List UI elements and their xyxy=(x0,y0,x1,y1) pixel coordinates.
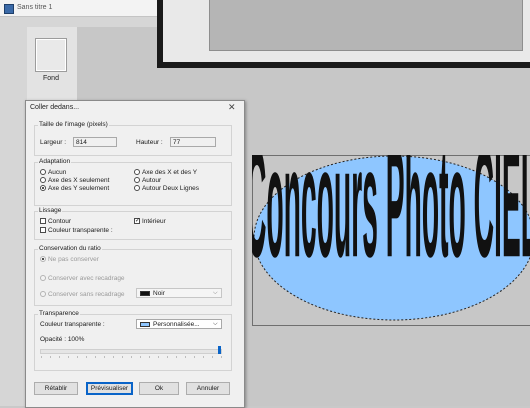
ratio-option-label: Ne pas conserver xyxy=(47,256,99,263)
interior-label: Intérieur xyxy=(141,218,166,225)
height-label: Hauteur : xyxy=(136,139,163,146)
slider-tick xyxy=(176,356,177,358)
slider-tick xyxy=(131,356,132,358)
slider-tick xyxy=(212,356,213,358)
width-label: Largeur : xyxy=(40,139,67,146)
fit-option-label: Axe des X seulement xyxy=(47,177,110,184)
contour-checkbox[interactable] xyxy=(40,218,46,225)
interior-checkbox[interactable]: ✓ xyxy=(134,218,140,225)
ratio-option-no-crop[interactable]: Conserver sans recadrage xyxy=(40,291,125,298)
slider-tick xyxy=(194,356,195,358)
fit-option-label: Axe des Y seulement xyxy=(47,185,110,192)
fill-color-swatch xyxy=(140,291,150,296)
fit-option-y-only[interactable]: Axe des Y seulement xyxy=(40,185,109,192)
slider-tick xyxy=(86,356,87,358)
fit-option-x-only[interactable]: Axe des X seulement xyxy=(40,177,109,184)
opacity-slider-track[interactable] xyxy=(40,349,222,354)
ratio-option-label: Conserver avec recadrage xyxy=(47,275,125,282)
document-icon xyxy=(4,4,14,14)
ok-button[interactable]: Ok xyxy=(139,382,179,395)
transparency-legend: Transparence xyxy=(38,310,80,317)
slider-tick xyxy=(68,356,69,358)
ratio-option-none[interactable]: Ne pas conserver xyxy=(40,256,99,263)
width-field[interactable]: 814 xyxy=(73,137,117,147)
radio-button[interactable] xyxy=(40,177,46,184)
slider-tick xyxy=(158,356,159,358)
cancel-button[interactable]: Annuler xyxy=(186,382,230,395)
slider-tick xyxy=(149,356,150,358)
fit-option-none[interactable]: Aucun xyxy=(40,169,66,176)
radio-button[interactable] xyxy=(40,185,46,192)
pasted-artwork[interactable]: Concours Photo CIEL xyxy=(252,155,530,324)
slider-tick xyxy=(140,356,141,358)
slider-tick xyxy=(41,356,42,358)
radio-button[interactable] xyxy=(40,291,46,298)
fit-option-label: Autour xyxy=(141,177,162,184)
fit-option-label: Autour Deux Lignes xyxy=(141,185,200,192)
opacity-label: Opacité : 100% xyxy=(40,336,85,343)
fill-color-value: Noir xyxy=(153,290,165,297)
transparent-color-checkbox[interactable] xyxy=(40,227,46,234)
slider-tick xyxy=(113,356,114,358)
contour-label: Contour xyxy=(47,218,72,225)
slider-tick xyxy=(50,356,51,358)
document-title: Sans titre 1 xyxy=(17,4,53,11)
ratio-option-crop[interactable]: Conserver avec recadrage xyxy=(40,275,125,282)
radio-button[interactable] xyxy=(40,169,46,176)
transparency-color-label: Couleur transparente : xyxy=(40,321,105,328)
slider-tick xyxy=(59,356,60,358)
preview-button[interactable]: Prévisualiser xyxy=(86,382,133,395)
close-icon[interactable]: ✕ xyxy=(228,102,236,113)
fit-option-label: Axe des X et des Y xyxy=(141,169,198,176)
layer-label: Fond xyxy=(43,75,59,82)
fit-option-label: Aucun xyxy=(47,169,67,176)
ratio-legend: Conservation du ratio xyxy=(38,245,102,252)
overlay-window-canvas[interactable] xyxy=(209,0,523,51)
slider-tick xyxy=(122,356,123,358)
transparency-color-swatch xyxy=(140,322,150,327)
ratio-option-label: Conserver sans recadrage xyxy=(47,291,125,298)
smoothing-group xyxy=(34,211,232,240)
slider-tick xyxy=(104,356,105,358)
adaptation-legend: Adaptation xyxy=(38,158,72,165)
transparency-color-value: Personnalisée... xyxy=(153,321,200,328)
height-field[interactable]: 77 xyxy=(170,137,216,147)
interior-option[interactable]: ✓ Intérieur xyxy=(134,218,166,225)
image-size-legend: Taille de l'image (pixels) xyxy=(38,121,109,128)
slider-tick xyxy=(95,356,96,358)
fit-option-around[interactable]: Autour xyxy=(134,177,161,184)
slider-tick xyxy=(185,356,186,358)
chevron-down-icon: ⌵ xyxy=(213,290,218,296)
transparency-color-dropdown[interactable]: Personnalisée... ⌵ xyxy=(136,319,222,329)
fit-option-around-two-lines[interactable]: Autour Deux Lignes xyxy=(134,185,199,192)
smoothing-legend: Lissage xyxy=(38,207,63,214)
slider-tick xyxy=(203,356,204,358)
fit-option-x-and-y[interactable]: Axe des X et des Y xyxy=(134,169,197,176)
reset-button[interactable]: Rétablir xyxy=(34,382,78,395)
transparent-color-option[interactable]: Couleur transparente : xyxy=(40,227,113,234)
opacity-slider-thumb[interactable] xyxy=(218,346,221,354)
radio-button[interactable] xyxy=(134,185,140,192)
radio-button[interactable] xyxy=(40,256,46,263)
radio-button[interactable] xyxy=(134,177,140,184)
artwork-text: Concours Photo CIEL xyxy=(252,155,530,291)
fill-color-dropdown[interactable]: Noir ⌵ xyxy=(136,288,222,298)
chevron-down-icon: ⌵ xyxy=(213,321,218,327)
slider-tick xyxy=(221,356,222,358)
transparent-color-label: Couleur transparente : xyxy=(47,227,113,234)
layer-thumbnail[interactable] xyxy=(35,38,67,72)
contour-option[interactable]: Contour xyxy=(40,218,71,225)
radio-button[interactable] xyxy=(40,275,46,282)
radio-button[interactable] xyxy=(134,169,140,176)
slider-tick xyxy=(77,356,78,358)
slider-tick xyxy=(167,356,168,358)
dialog-title: Coller dedans... xyxy=(30,104,80,111)
